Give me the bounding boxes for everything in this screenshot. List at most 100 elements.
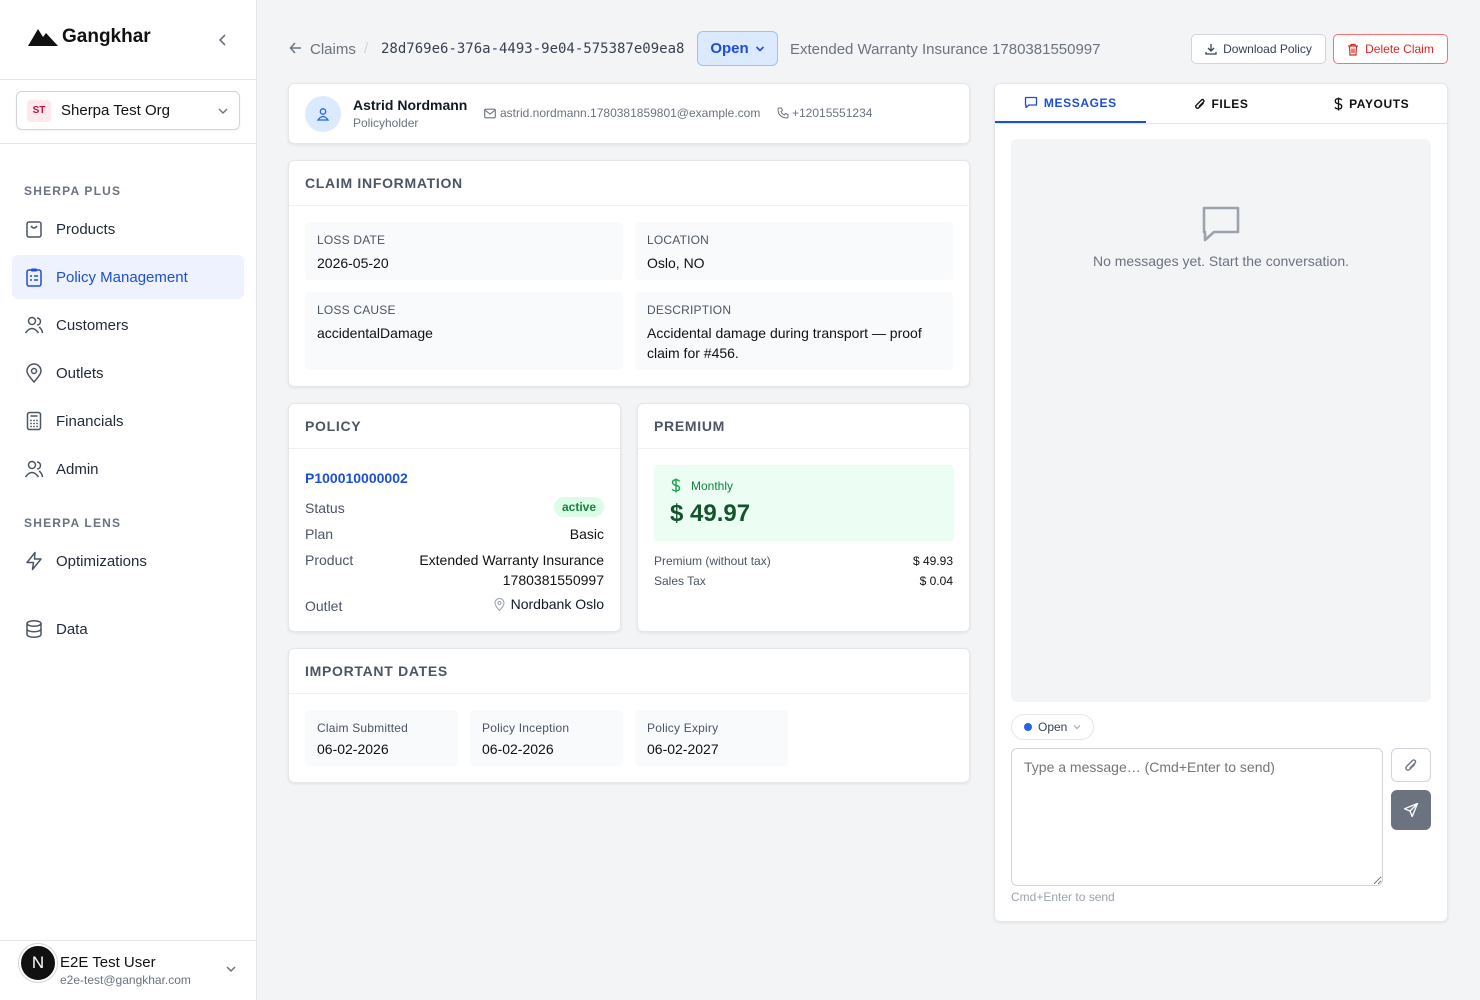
sidebar-item-label: Admin xyxy=(56,460,99,478)
sidebar-item-outlets[interactable]: Outlets xyxy=(12,351,244,395)
mail-icon xyxy=(484,108,496,119)
users-icon xyxy=(24,315,44,335)
delete-claim-button[interactable]: Delete Claim xyxy=(1333,34,1448,64)
section-title: IMPORTANT DATES xyxy=(289,649,969,694)
panel-tabs: MESSAGES FILES PAYOUTS xyxy=(995,84,1447,124)
send-icon xyxy=(1403,802,1419,818)
sidebar-item-products[interactable]: Products xyxy=(12,207,244,251)
tab-messages[interactable]: MESSAGES xyxy=(995,84,1146,123)
sidebar-item-customers[interactable]: Customers xyxy=(12,303,244,347)
claim-side-panel: MESSAGES FILES PAYOUTS No messages yet. … xyxy=(994,83,1448,922)
message-input[interactable] xyxy=(1011,748,1383,886)
plan-value: Basic xyxy=(569,526,604,542)
sidebar-item-label: Customers xyxy=(56,316,129,334)
sidebar-item-financials[interactable]: Financials xyxy=(12,399,244,443)
premium-without-tax-label: Premium (without tax) xyxy=(654,554,771,568)
sidebar-item-policy-management[interactable]: Policy Management xyxy=(12,255,244,299)
sidebar-item-optimizations[interactable]: Optimizations xyxy=(12,539,244,583)
sidebar-item-label: Financials xyxy=(56,412,124,430)
field-value: accidentalDamage xyxy=(317,325,433,341)
claim-status-label: Open xyxy=(710,40,749,57)
section-title: CLAIM INFORMATION xyxy=(289,161,969,206)
field-label: LOSS DATE xyxy=(317,233,386,247)
field-value: 2026-05-20 xyxy=(317,255,389,271)
message-status-selector[interactable]: Open xyxy=(1011,714,1095,740)
outlet-value: Nordbank Oslo xyxy=(494,596,604,612)
tab-files[interactable]: FILES xyxy=(1146,84,1297,123)
chevron-down-icon xyxy=(1073,725,1081,730)
field-label: LOSS CAUSE xyxy=(317,303,396,317)
sidebar-item-label: Data xyxy=(56,620,88,638)
sidebar-item-data[interactable]: Data xyxy=(12,607,244,651)
user-cog-icon xyxy=(24,459,44,479)
paperclip-icon xyxy=(1405,759,1417,771)
clipboard-list-icon xyxy=(24,267,44,287)
policy-card: POLICY P100010000002 Status active Plan … xyxy=(288,403,621,632)
premium-summary: Monthly $ 49.97 xyxy=(654,465,954,541)
attach-file-button[interactable] xyxy=(1391,748,1431,782)
outlet-label: Outlet xyxy=(305,598,343,614)
section-title: PREMIUM xyxy=(638,404,969,449)
field-value: Accidental damage during transport — pro… xyxy=(647,325,922,361)
chevron-left-icon xyxy=(218,34,226,46)
field-label: Policy Expiry xyxy=(647,721,719,735)
delete-claim-label: Delete Claim xyxy=(1365,42,1434,56)
location-field: LOCATION Oslo, NO xyxy=(635,222,953,280)
claim-status-dropdown[interactable]: Open xyxy=(697,31,778,66)
divider xyxy=(0,79,257,80)
paperclip-icon xyxy=(1194,98,1205,109)
outlet-name: Nordbank Oslo xyxy=(510,596,604,612)
product-value: Extended Warranty Insurance 178038155099… xyxy=(419,552,604,588)
claim-id: 28d769e6-376a-4493-9e04-575387e09ea8 xyxy=(381,41,685,57)
loss-date-field: LOSS DATE 2026-05-20 xyxy=(305,222,623,280)
tab-payouts[interactable]: PAYOUTS xyxy=(1296,84,1447,123)
premium-period: Monthly xyxy=(691,479,734,493)
message-square-icon xyxy=(1202,206,1240,242)
avatar[interactable]: N xyxy=(19,944,57,982)
messages-area: No messages yet. Start the conversation. xyxy=(1011,139,1431,702)
empty-messages-text: No messages yet. Start the conversation. xyxy=(1092,253,1349,269)
collapse-sidebar-button[interactable] xyxy=(213,30,233,50)
brand-logo[interactable]: Gangkhar xyxy=(28,26,151,48)
policyholder-email[interactable]: astrid.nordmann.1780381859801@example.co… xyxy=(500,106,760,120)
field-value: 06-02-2026 xyxy=(317,741,389,757)
premium-card: PREMIUM Monthly $ 49.97 Premium (without… xyxy=(637,403,970,632)
arrow-left-icon[interactable] xyxy=(289,40,303,56)
message-status-label: Open xyxy=(1038,720,1068,734)
sales-tax-value: $ 0.04 xyxy=(919,574,953,588)
sidebar-item-label: Optimizations xyxy=(56,552,147,570)
field-label: LOCATION xyxy=(647,233,710,247)
phone-icon xyxy=(777,107,789,119)
shopping-bag-icon xyxy=(24,219,44,239)
claim-information-card: CLAIM INFORMATION LOSS DATE 2026-05-20 L… xyxy=(288,160,970,387)
user-name: E2E Test User xyxy=(60,954,156,971)
sales-tax-label: Sales Tax xyxy=(654,574,706,588)
loss-cause-field: LOSS CAUSE accidentalDamage xyxy=(305,292,623,370)
tab-label: FILES xyxy=(1211,96,1249,111)
user-email: e2e-test@gangkhar.com xyxy=(60,973,191,987)
sidebar-item-admin[interactable]: Admin xyxy=(12,447,244,491)
premium-amount: $ 49.97 xyxy=(670,500,751,527)
premium-without-tax-value: $ 49.93 xyxy=(912,554,953,568)
policyholder-phone[interactable]: +12015551234 xyxy=(792,106,872,120)
send-message-button[interactable] xyxy=(1391,790,1431,830)
breadcrumb-separator: / xyxy=(364,40,369,57)
status-label: Status xyxy=(305,500,345,516)
tab-label: MESSAGES xyxy=(1043,95,1117,110)
org-selector[interactable]: ST Sherpa Test Org xyxy=(16,91,240,130)
claim-submitted-field: Claim Submitted 06-02-2026 xyxy=(305,710,458,766)
section-sherpa-plus: SHERPA PLUS xyxy=(24,184,122,198)
status-dot xyxy=(1024,723,1032,731)
policy-number-link[interactable]: P100010000002 xyxy=(305,470,408,486)
map-pin-icon xyxy=(494,597,505,611)
breadcrumb-claims[interactable]: Claims xyxy=(310,41,356,58)
org-name: Sherpa Test Org xyxy=(61,102,170,119)
policyholder-name: Astrid Nordmann xyxy=(353,97,468,113)
download-icon xyxy=(1205,44,1217,55)
chevron-down-icon xyxy=(218,108,228,114)
download-policy-label: Download Policy xyxy=(1223,42,1312,56)
mountain-logo-icon xyxy=(28,29,58,46)
chevron-down-icon[interactable] xyxy=(224,962,238,976)
sidebar: Gangkhar ST Sherpa Test Org SHERPA PLUS … xyxy=(0,0,257,1000)
download-policy-button[interactable]: Download Policy xyxy=(1191,34,1326,64)
